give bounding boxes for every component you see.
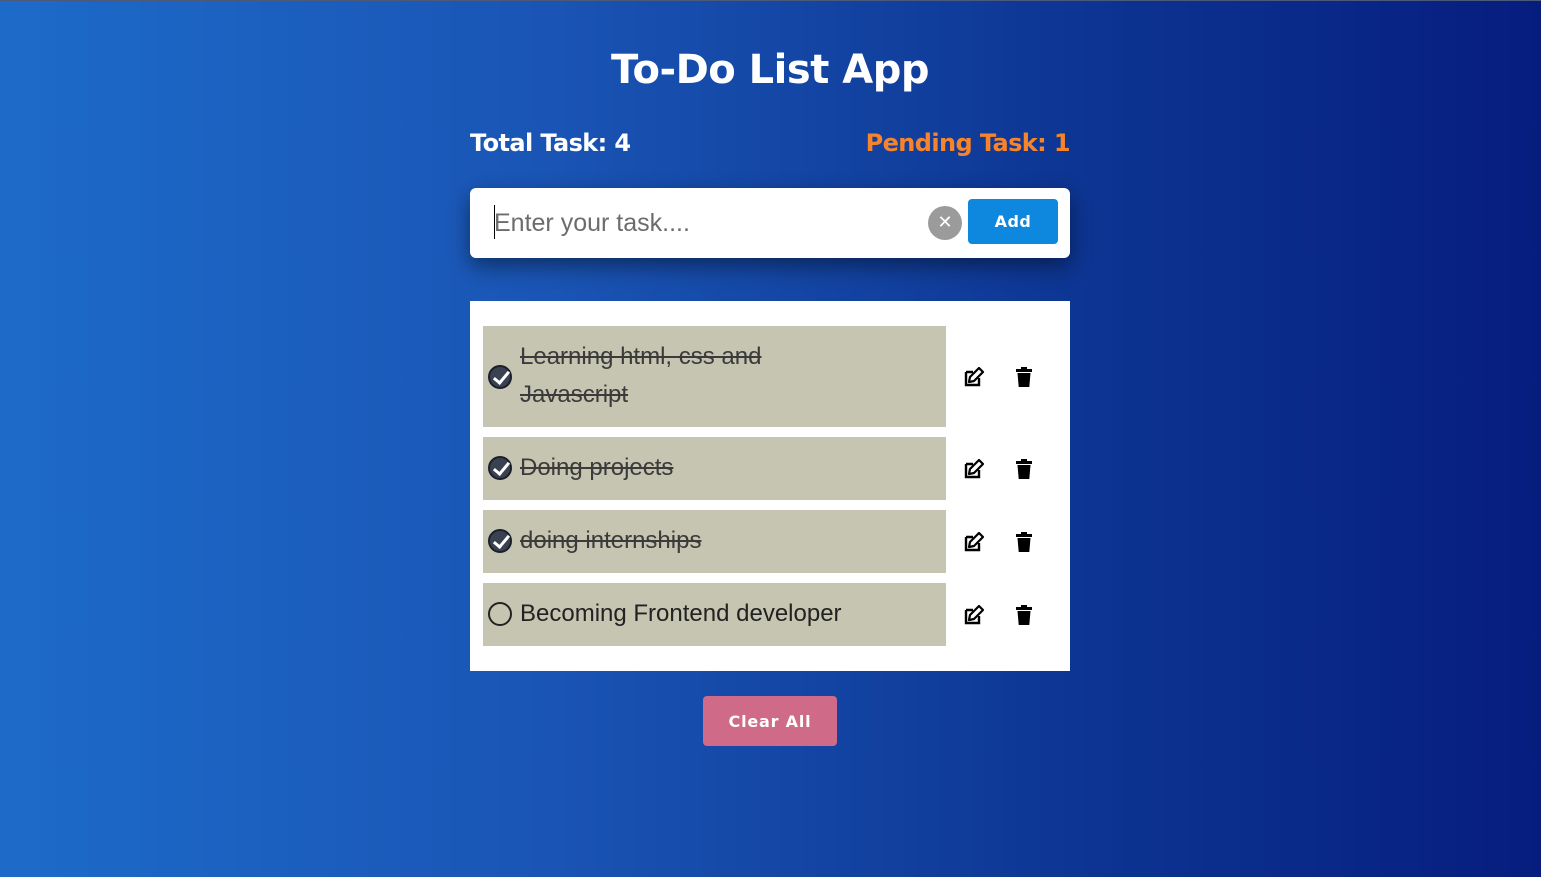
completed-check-icon[interactable] bbox=[488, 456, 512, 480]
task-item: doing internships bbox=[483, 510, 946, 573]
task-list: Learning html, css and Javascript Doing … bbox=[470, 301, 1070, 671]
total-task-count: Total Task: 4 bbox=[470, 129, 631, 157]
task-item: Learning html, css and Javascript bbox=[483, 326, 946, 427]
task-stats: Total Task: 4 Pending Task: 1 bbox=[470, 126, 1071, 160]
edit-icon[interactable] bbox=[962, 603, 986, 627]
text-caret bbox=[494, 205, 495, 239]
edit-icon[interactable] bbox=[962, 365, 986, 389]
trash-icon[interactable] bbox=[1012, 603, 1036, 627]
edit-icon[interactable] bbox=[962, 457, 986, 481]
pending-task-count: Pending Task: 1 bbox=[865, 129, 1071, 157]
clear-all-button[interactable]: Clear All bbox=[703, 696, 837, 746]
completed-check-icon[interactable] bbox=[488, 529, 512, 553]
task-text: Doing projects bbox=[520, 454, 674, 481]
task-item: Doing projects bbox=[483, 437, 946, 500]
completed-check-icon[interactable] bbox=[488, 365, 512, 389]
window-top-border bbox=[0, 0, 1541, 1]
task-text: Becoming Frontend developer bbox=[520, 600, 842, 627]
trash-icon[interactable] bbox=[1012, 457, 1036, 481]
task-item: Becoming Frontend developer bbox=[483, 583, 946, 646]
page-title: To-Do List App bbox=[611, 47, 929, 93]
add-task-button[interactable]: Add bbox=[968, 199, 1058, 244]
task-text: doing internships bbox=[520, 527, 702, 554]
edit-icon[interactable] bbox=[962, 530, 986, 554]
trash-icon[interactable] bbox=[1012, 530, 1036, 554]
close-icon[interactable]: ✕ bbox=[928, 206, 962, 240]
trash-icon[interactable] bbox=[1012, 365, 1036, 389]
task-text: Learning html, css and Javascript bbox=[520, 343, 762, 408]
task-input-panel: ✕ Add bbox=[470, 188, 1070, 258]
task-input[interactable] bbox=[494, 202, 914, 244]
unchecked-circle-icon[interactable] bbox=[488, 602, 512, 626]
